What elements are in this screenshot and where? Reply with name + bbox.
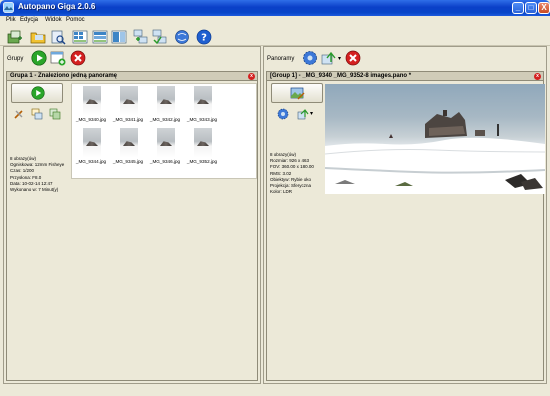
panoramas-header: Panoramy ▾	[264, 47, 546, 71]
thumbnail[interactable]: _MG_9345.jpg	[111, 128, 145, 166]
groups-label: Grupy	[7, 56, 24, 62]
maximize-button[interactable]: □	[525, 2, 537, 14]
menu-view[interactable]: Widok	[45, 17, 62, 23]
pano-title-text: [Group 1] - _MG_9340 _MG_9352-8 images.p…	[270, 73, 412, 79]
delete-pano-icon[interactable]	[345, 50, 361, 66]
thumbnail-caption: _MG_9346.jpg	[149, 159, 181, 164]
group-info: 8 obrazy(ów) Ogniskowa: 12mm Fisheye Cza…	[10, 156, 64, 193]
settings-gear-icon[interactable]	[302, 50, 318, 66]
find-icon[interactable]	[50, 29, 66, 45]
thumbnail-image	[157, 86, 175, 116]
menu-edit[interactable]: Edycja	[20, 17, 38, 23]
thumbnail[interactable]: _MG_9346.jpg	[148, 128, 182, 166]
add-group-icon[interactable]	[50, 50, 66, 66]
thumbnail-image	[83, 86, 101, 116]
panoramas-label: Panoramy	[267, 56, 295, 62]
group-b-icon[interactable]	[152, 29, 168, 45]
info-line: Wykonano w: 7 Minut(y)	[10, 187, 59, 193]
thumbnail[interactable]: _MG_9341.jpg	[111, 86, 145, 124]
edit-tools-icon[interactable]	[13, 108, 25, 120]
play-icon	[31, 86, 45, 100]
new-project-icon[interactable]	[7, 29, 23, 45]
info-line: FOV: 360.00 x 180.00	[270, 164, 314, 170]
help-icon[interactable]: ?	[196, 29, 212, 45]
thumbnail[interactable]: _MG_9352.jpg	[185, 128, 219, 166]
close-button[interactable]: X	[538, 2, 550, 14]
edit-pano-button[interactable]	[271, 83, 323, 103]
open-folder-icon[interactable]	[30, 29, 46, 45]
grid-b-icon[interactable]	[92, 29, 108, 45]
panorama-image	[325, 110, 545, 194]
web-icon[interactable]	[174, 29, 190, 45]
pano-export-dropdown-icon[interactable]: ▾	[310, 110, 313, 117]
thumbnail-image	[83, 128, 101, 158]
thumbnail[interactable]: _MG_9344.jpg	[74, 128, 108, 166]
pano-info: 8 obrazy(ów) Rozmiar: 926 x 463 FOV: 360…	[270, 152, 314, 195]
thumbnail-image	[120, 128, 138, 158]
thumbnail-caption: _MG_9340.jpg	[75, 117, 107, 122]
svg-text:?: ?	[201, 33, 207, 44]
thumbnail-image	[120, 86, 138, 116]
thumbnail-image	[194, 86, 212, 116]
render-button[interactable]	[11, 83, 63, 103]
export-icon[interactable]	[321, 50, 337, 66]
thumbnail-caption: _MG_9345.jpg	[112, 159, 144, 164]
pano-card[interactable]: [Group 1] - _MG_9340 _MG_9352-8 images.p…	[266, 71, 545, 381]
thumbnail[interactable]: _MG_9343.jpg	[185, 86, 219, 124]
thumbnail-caption: _MG_9341.jpg	[112, 117, 144, 122]
thumbnail-grid: _MG_9340.jpg _MG_9341.jpg _MG_9342.jpg _…	[71, 83, 257, 179]
groups-panel: Grupy Grupa 1 - Znaleziono jedną panoram…	[3, 46, 261, 384]
pano-close-icon[interactable]: x	[534, 73, 541, 80]
pano-title: [Group 1] - _MG_9340 _MG_9352-8 images.p…	[267, 72, 543, 81]
menu-help[interactable]: Pomoc	[66, 17, 85, 23]
group-close-icon[interactable]: x	[248, 73, 255, 80]
thumbnail[interactable]: _MG_9340.jpg	[74, 86, 108, 124]
menu-file[interactable]: Plik	[6, 17, 16, 23]
group-a-icon[interactable]	[133, 29, 149, 45]
thumbnail-caption: _MG_9342.jpg	[149, 117, 181, 122]
thumbnail-caption: _MG_9343.jpg	[186, 117, 218, 122]
run-icon[interactable]	[31, 50, 47, 66]
minimize-button[interactable]: _	[512, 2, 524, 14]
info-line: Kolor: LDR	[270, 189, 293, 195]
thumbnail-caption: _MG_9352.jpg	[186, 159, 218, 164]
groups-header: Grupy	[4, 47, 260, 71]
window-title: Autopano Giga 2.0.6	[18, 2, 96, 11]
delete-group-icon[interactable]	[70, 50, 86, 66]
panoramas-panel: Panoramy ▾ [Group 1] - _MG_9340 _MG_9352…	[263, 46, 547, 384]
images-icon[interactable]	[31, 108, 43, 120]
thumbnail-caption: _MG_9344.jpg	[75, 159, 107, 164]
app-icon	[3, 2, 14, 13]
pano-export-icon[interactable]	[297, 108, 309, 120]
pano-settings-icon[interactable]	[277, 108, 289, 120]
group-title-text: Grupa 1 - Znaleziono jedną panoramę	[10, 73, 118, 79]
title-bar: Autopano Giga 2.0.6 _ □ X	[0, 0, 550, 16]
main-toolbar: ?	[0, 26, 550, 46]
menu-bar: Plik Edycja Widok Pomoc	[0, 16, 550, 26]
export-dropdown-icon[interactable]: ▾	[338, 55, 341, 62]
thumbnail-image	[157, 128, 175, 158]
group-card[interactable]: Grupa 1 - Znaleziono jedną panoramę x _M…	[6, 71, 258, 381]
group-title: Grupa 1 - Znaleziono jedną panoramę x	[7, 72, 257, 81]
thumbnail[interactable]: _MG_9342.jpg	[148, 86, 182, 124]
panorama-preview[interactable]	[325, 84, 545, 194]
grid-c-icon[interactable]	[111, 29, 127, 45]
edit-pano-icon	[290, 87, 305, 100]
grid-a-icon[interactable]	[72, 29, 88, 45]
thumbnail-image	[194, 128, 212, 158]
layers-icon[interactable]	[49, 108, 61, 120]
